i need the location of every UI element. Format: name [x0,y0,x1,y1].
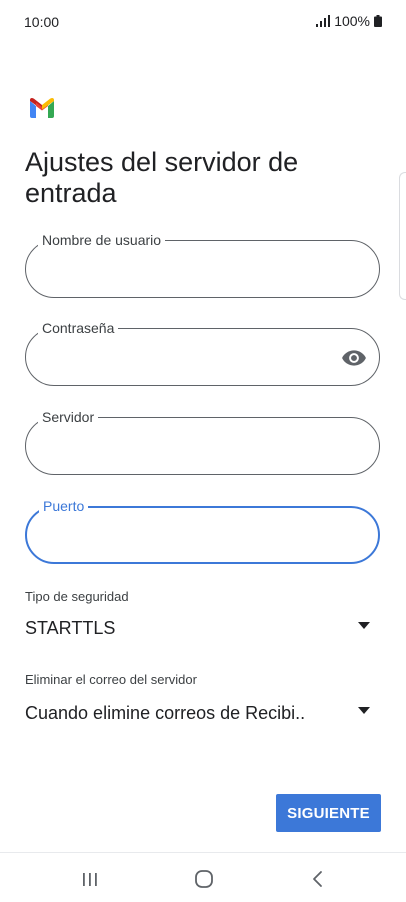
username-field[interactable]: Nombre de usuario [25,231,380,298]
server-label: Servidor [38,408,99,426]
password-input[interactable] [42,347,329,369]
server-input[interactable] [42,436,329,458]
recents-icon[interactable] [78,869,102,889]
port-label: Puerto [39,497,89,515]
security-type-label: Tipo de seguridad [25,589,129,604]
delete-mail-select[interactable]: Cuando elimine correos de Recibi.. [25,699,380,727]
username-label: Nombre de usuario [38,231,166,249]
status-indicators: 100% [316,13,382,29]
scroll-indicator [399,172,406,300]
security-type-select[interactable]: STARTTLS [25,614,380,642]
next-button[interactable]: SIGUIENTE [276,794,381,832]
page-title: Ajustes del servidor de entrada [25,147,299,208]
delete-mail-label: Eliminar el correo del servidor [25,672,197,687]
password-field[interactable]: Contraseña [25,319,380,386]
signal-icon [316,15,331,27]
status-time: 10:00 [24,14,60,30]
delete-mail-value: Cuando elimine correos de Recibi.. [25,703,306,723]
home-icon[interactable] [192,869,216,889]
chevron-down-icon [358,622,370,629]
battery-icon [374,15,382,27]
security-type-value: STARTTLS [25,618,116,638]
port-field[interactable]: Puerto [25,497,380,564]
battery-percent: 100% [334,13,370,29]
port-input[interactable] [43,526,328,548]
gmail-logo-icon [30,98,54,118]
username-input[interactable] [42,259,329,281]
chevron-down-icon [358,707,370,714]
back-icon[interactable] [306,869,330,889]
server-field[interactable]: Servidor [25,408,380,475]
eye-icon[interactable] [341,345,367,371]
navigation-bar [0,852,406,902]
password-label: Contraseña [38,319,119,337]
status-bar: 10:00 100% [0,0,406,44]
